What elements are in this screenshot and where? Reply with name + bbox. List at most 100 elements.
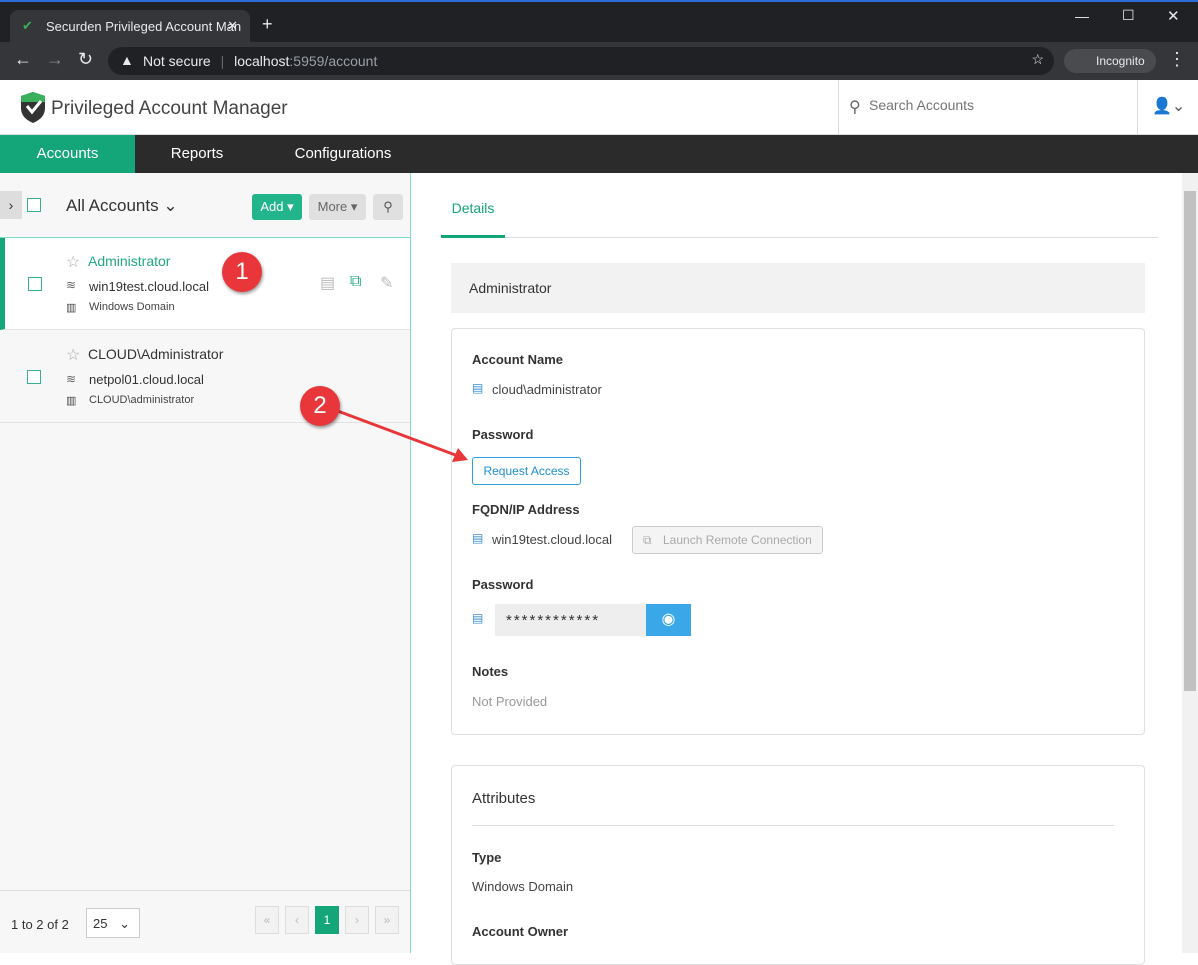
page-size-select[interactable]: 25 ⌄ xyxy=(86,908,140,938)
close-tab-icon[interactable]: ✕ xyxy=(227,18,238,34)
nav-accounts[interactable]: Accounts xyxy=(0,135,135,173)
browser-tab-bar: ✔ Securden Privileged Account Man ✕ + — … xyxy=(0,0,1198,44)
scrollbar-thumb[interactable] xyxy=(1184,191,1196,691)
back-icon[interactable]: ← xyxy=(14,49,32,70)
nav-reports[interactable]: Reports xyxy=(135,135,259,173)
remote-connect-icon: ⧉ xyxy=(643,533,652,547)
minimize-icon[interactable]: — xyxy=(1075,8,1089,24)
search-icon: ⚲ xyxy=(849,99,861,116)
tab-details[interactable]: Details xyxy=(441,173,505,238)
copy-icon[interactable]: ▤ xyxy=(320,273,335,293)
logo-shield-icon xyxy=(21,92,45,123)
expand-icon[interactable]: › xyxy=(0,191,22,219)
copy-icon[interactable]: ▤ xyxy=(472,611,483,625)
account-host: win19test.cloud.local xyxy=(89,279,209,294)
password-label-2: Password xyxy=(472,577,534,592)
domain-icon: ▥ xyxy=(66,395,77,407)
divider xyxy=(472,825,1114,826)
password-field: ************ xyxy=(495,604,646,636)
account-name[interactable]: CLOUD\Administrator xyxy=(88,346,223,362)
reload-icon[interactable]: ↻ xyxy=(78,49,93,70)
row-checkbox[interactable] xyxy=(28,277,42,291)
details-tabs: Details xyxy=(441,173,1158,238)
host-icon: ≋ xyxy=(66,372,77,386)
nav-configurations[interactable]: Configurations xyxy=(259,135,427,173)
next-page-button[interactable]: › xyxy=(345,906,369,934)
menu-icon[interactable]: ⋮ xyxy=(1168,49,1186,70)
launch-label: Launch Remote Connection xyxy=(663,533,812,547)
new-tab-icon[interactable]: + xyxy=(262,14,273,35)
fqdn-value: win19test.cloud.local xyxy=(492,532,612,547)
search-input[interactable] xyxy=(869,97,1109,113)
list-search-button[interactable]: ⚲ xyxy=(373,194,403,220)
account-type: Windows Domain xyxy=(89,301,175,313)
app-title: Privileged Account Manager xyxy=(51,98,288,119)
account-name[interactable]: Administrator xyxy=(88,253,170,269)
account-row[interactable]: ☆ Administrator ≋ win19test.cloud.local … xyxy=(0,238,410,330)
type-value: Windows Domain xyxy=(472,879,574,894)
domain-icon: ▥ xyxy=(66,302,77,314)
select-all-checkbox[interactable] xyxy=(27,198,41,212)
search-accounts[interactable]: ⚲ xyxy=(838,80,1138,135)
incognito-badge[interactable]: Incognito xyxy=(1064,49,1156,73)
edit-icon[interactable]: ✎ xyxy=(380,273,393,293)
annotation-marker-2: 2 xyxy=(300,386,340,426)
last-page-button[interactable]: » xyxy=(375,906,399,934)
first-page-button[interactable]: « xyxy=(255,906,279,934)
add-label: Add xyxy=(260,199,284,214)
main-nav: Accounts Reports Configurations xyxy=(0,135,1198,173)
page-1-button[interactable]: 1 xyxy=(315,906,339,934)
show-password-eye-icon[interactable]: ◉ xyxy=(646,604,691,636)
incognito-label: Incognito xyxy=(1096,54,1145,68)
account-name-value: cloud\administrator xyxy=(492,382,602,397)
bookmark-star-icon[interactable]: ☆ xyxy=(1031,51,1044,68)
add-button[interactable]: Add ▾ xyxy=(252,194,302,220)
account-owner-label: Account Owner xyxy=(472,924,569,939)
copy-icon[interactable]: ▤ xyxy=(472,381,483,395)
maximize-icon[interactable]: ☐ xyxy=(1122,7,1135,24)
tab-title: Securden Privileged Account Man xyxy=(46,19,242,34)
account-name-label: Account Name xyxy=(472,352,564,367)
notes-value: Not Provided xyxy=(472,694,548,709)
fqdn-label: FQDN/IP Address xyxy=(472,502,580,517)
attributes-title: Attributes xyxy=(472,790,536,807)
browser-tab[interactable]: ✔ Securden Privileged Account Man ✕ xyxy=(10,10,250,44)
not-secure-label: Not secure xyxy=(143,53,211,69)
attributes-card: Attributes Type Windows Domain Account O… xyxy=(451,765,1145,965)
more-button[interactable]: More ▾ xyxy=(309,194,366,220)
annotation-arrow xyxy=(334,408,468,462)
prev-page-button[interactable]: ‹ xyxy=(285,906,309,934)
accounts-panel: › All Accounts ⌄ Add ▾ More ▾ ⚲ ☆ Admini… xyxy=(0,173,411,953)
record-count: 1 to 2 of 2 xyxy=(11,917,69,932)
remote-connect-icon[interactable]: ⧉ xyxy=(350,273,361,291)
url-path: :5959/account xyxy=(289,53,378,69)
more-label: More xyxy=(317,199,348,214)
annotation-marker-1: 1 xyxy=(222,252,262,292)
view-label: All Accounts xyxy=(66,196,159,215)
launch-remote-connection-button[interactable]: ⧉ Launch Remote Connection xyxy=(632,526,823,554)
favorite-star-icon[interactable]: ☆ xyxy=(66,345,80,365)
page-size-value: 25 xyxy=(93,916,108,931)
request-access-button[interactable]: Request Access xyxy=(472,457,581,485)
details-header: Administrator xyxy=(451,263,1145,313)
account-host: netpol01.cloud.local xyxy=(89,372,204,387)
forward-icon[interactable]: → xyxy=(46,49,64,70)
type-label: Type xyxy=(472,850,502,865)
details-card: Account Name ▤ cloud\administrator Passw… xyxy=(451,328,1145,735)
account-type: CLOUD\administrator xyxy=(89,394,195,406)
copy-icon[interactable]: ▤ xyxy=(472,531,483,545)
url-host: localhost xyxy=(234,53,290,69)
notes-label: Notes xyxy=(472,664,509,679)
row-checkbox[interactable] xyxy=(27,370,41,384)
list-toolbar: › All Accounts ⌄ Add ▾ More ▾ ⚲ xyxy=(0,173,410,238)
close-window-icon[interactable]: ✕ xyxy=(1167,7,1180,25)
user-menu-icon[interactable]: 👤⌄ xyxy=(1152,96,1185,116)
app-header: Privileged Account Manager ⚲ 👤⌄ xyxy=(0,80,1198,135)
shield-icon: ✔ xyxy=(22,18,33,33)
view-selector[interactable]: All Accounts ⌄ xyxy=(66,196,178,216)
scrollbar[interactable] xyxy=(1182,173,1198,953)
favorite-star-icon[interactable]: ☆ xyxy=(66,252,80,272)
url-input[interactable]: ▲ Not secure | localhost:5959/account ☆ xyxy=(108,47,1054,75)
host-icon: ≋ xyxy=(66,278,77,292)
warning-icon: ▲ xyxy=(120,52,134,68)
